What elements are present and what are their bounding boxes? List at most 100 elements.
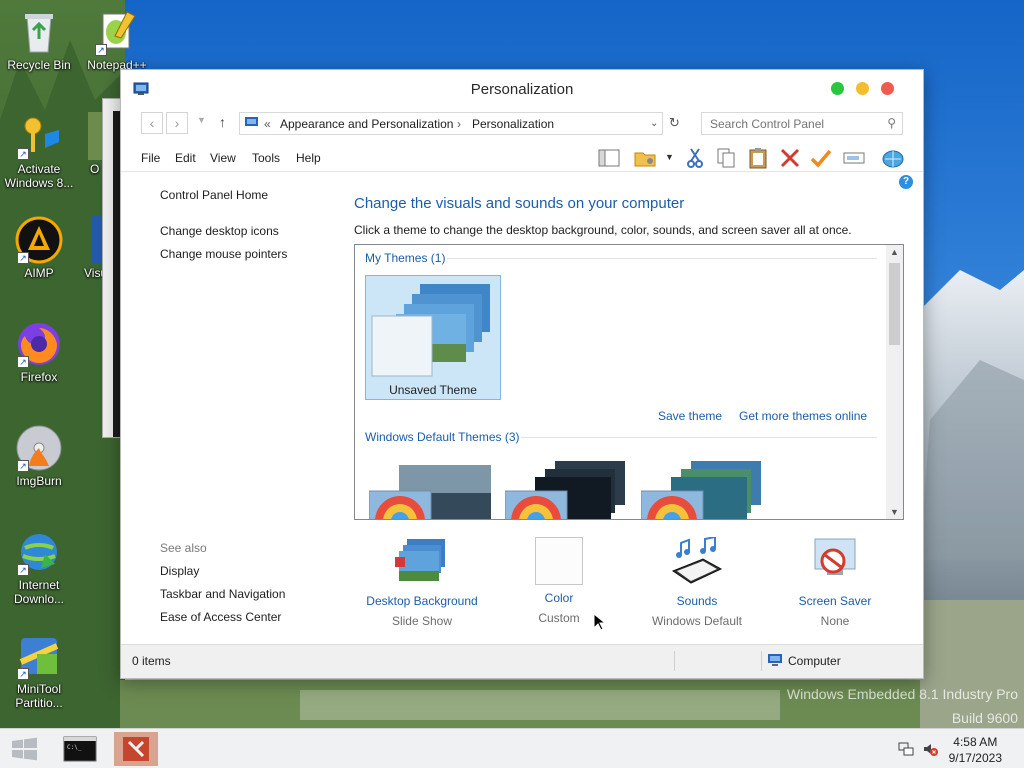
desktop-icon-minitool-partition[interactable]: ↗ MiniTool Partitio... (2, 632, 76, 710)
folder-options-icon[interactable] (633, 146, 657, 170)
properties-check-icon[interactable] (809, 146, 833, 170)
rename-icon[interactable] (842, 146, 866, 170)
display-link[interactable]: Display (160, 564, 199, 578)
search-input[interactable] (710, 117, 880, 131)
address-bar[interactable]: « Appearance and Personalization › Perso… (239, 112, 663, 135)
scroll-thumb[interactable] (889, 263, 900, 345)
aimp-icon: ↗ (15, 216, 63, 264)
unsaved-theme-tile[interactable]: Unsaved Theme (365, 275, 501, 400)
desktop-icon-firefox[interactable]: ↗ Firefox (2, 320, 76, 384)
clock-date: 9/17/2023 (948, 751, 1002, 765)
desktop-icon-label: Activate Windows 8... (4, 162, 74, 190)
watermark-build: Build 9600 (951, 710, 1018, 726)
color-value: Custom (538, 611, 580, 625)
back-button[interactable]: ‹ (141, 112, 163, 134)
themes-list[interactable]: My Themes (1) Unsaved Theme Save theme G… (354, 244, 904, 520)
color-swatch-icon (535, 537, 583, 585)
search-icon[interactable]: ⚲ (887, 116, 896, 130)
search-box[interactable]: ⚲ (701, 112, 903, 135)
globe-icon[interactable] (881, 146, 905, 170)
back-arrow-icon: ‹ (149, 115, 155, 131)
sounds-item[interactable]: Sounds Windows Default (627, 535, 767, 628)
clock-time: 4:58 AM (953, 735, 998, 749)
breadcrumb-appearance-and-personalization[interactable]: Appearance and Personalization (280, 117, 453, 131)
taskbar-and-navigation-link[interactable]: Taskbar and Navigation (160, 587, 285, 601)
my-themes-label: My Themes (1) (365, 251, 446, 265)
status-bar: 0 items Computer (121, 644, 923, 678)
address-overflow-chevrons[interactable]: « (264, 117, 271, 131)
taskbar-control-panel[interactable] (114, 732, 158, 766)
desktop-background-item[interactable]: Desktop Background Slide Show (352, 537, 492, 628)
maximize-button[interactable] (831, 82, 844, 95)
see-also-heading: See also (160, 541, 207, 555)
change-mouse-pointers-link[interactable]: Change mouse pointers (160, 247, 287, 261)
network-icon[interactable] (898, 741, 914, 760)
desktop-icon-aimp[interactable]: ↗ AIMP (2, 216, 76, 280)
refresh-button[interactable]: ↻ (669, 115, 680, 131)
scroll-down-icon[interactable]: ▼ (886, 507, 903, 517)
shortcut-arrow-icon: ↗ (17, 252, 29, 264)
start-button[interactable] (2, 732, 46, 766)
close-button[interactable] (881, 82, 894, 95)
control-panel-home-link[interactable]: Control Panel Home (160, 188, 268, 202)
firefox-icon: ↗ (15, 320, 63, 368)
volume-muted-icon[interactable] (922, 741, 938, 760)
shortcut-arrow-icon: ↗ (17, 356, 29, 368)
scroll-up-icon[interactable]: ▲ (886, 247, 903, 257)
theme-preview-image (371, 284, 490, 377)
screen-saver-item[interactable]: Screen Saver None (765, 537, 905, 628)
ease-of-access-center-link[interactable]: Ease of Access Center (160, 610, 281, 624)
address-dropdown-icon[interactable]: ⌄ (650, 118, 658, 129)
desktop-icon-notepad-plus-plus[interactable]: ↗ Notepad++ (80, 8, 154, 72)
personalization-window: Personalization ‹ › ▼ ↑ « Appearance and… (120, 69, 924, 679)
change-desktop-icons-link[interactable]: Change desktop icons (160, 224, 279, 238)
default-theme-nature[interactable] (640, 459, 767, 519)
breadcrumb-personalization[interactable]: Personalization (472, 117, 554, 131)
cut-icon[interactable] (683, 146, 707, 170)
themes-scrollbar[interactable]: ▲ ▼ (886, 245, 903, 519)
recent-locations-dropdown[interactable]: ▼ (197, 115, 206, 125)
default-theme-windows[interactable] (368, 463, 495, 519)
forward-button[interactable]: › (166, 112, 188, 134)
desktop-icon-label: Internet Downlo... (13, 578, 65, 606)
desktop-background-label: Desktop Background (366, 594, 478, 608)
desktop-icon-label: ImgBurn (16, 474, 62, 488)
desktop-icon-imgburn[interactable]: ↗ ImgBurn (2, 424, 76, 488)
menu-edit[interactable]: Edit (175, 151, 196, 165)
breadcrumb-separator[interactable]: › (457, 117, 461, 131)
default-theme-lines-and-colors[interactable] (504, 459, 631, 519)
paste-icon[interactable] (746, 146, 770, 170)
control-panel-tools-icon (123, 737, 149, 761)
command-prompt-icon: C:\_ (63, 736, 97, 762)
content-area: ? Control Panel Home Change desktop icon… (129, 173, 915, 641)
menu-bar: File Edit View Tools Help ▼ (121, 142, 923, 172)
taskbar-command-prompt[interactable]: C:\_ (58, 732, 102, 766)
minimize-button[interactable] (856, 82, 869, 95)
help-icon[interactable]: ? (899, 175, 913, 189)
save-theme-link[interactable]: Save theme (658, 409, 722, 423)
delete-icon[interactable] (778, 146, 802, 170)
menu-view[interactable]: View (210, 151, 236, 165)
watermark-edition: Windows Embedded 8.1 Industry Pro (786, 686, 1018, 702)
up-button[interactable]: ↑ (219, 114, 226, 130)
title-bar[interactable]: Personalization (121, 70, 923, 108)
system-clock[interactable]: 4:58 AM 9/17/2023 (949, 734, 1002, 766)
get-more-themes-online-link[interactable]: Get more themes online (739, 409, 867, 423)
shortcut-arrow-icon: ↗ (17, 460, 29, 472)
copy-icon[interactable] (714, 146, 738, 170)
unsaved-theme-label: Unsaved Theme (389, 383, 477, 397)
desktop-icon-recycle-bin[interactable]: Recycle Bin (2, 8, 76, 72)
desktop-icon-internet-download-manager[interactable]: ↗ Internet Downlo... (2, 528, 76, 606)
menu-help[interactable]: Help (296, 151, 321, 165)
status-divider (674, 651, 675, 671)
menu-tools[interactable]: Tools (252, 151, 280, 165)
shortcut-arrow-icon: ↗ (17, 564, 29, 576)
color-item[interactable]: Color Custom (489, 537, 629, 625)
layout-pane-icon[interactable] (597, 146, 621, 170)
desktop-icon-activate-windows[interactable]: ↗ Activate Windows 8... (2, 112, 76, 190)
desktop-icon-label: O (90, 162, 100, 176)
menu-file[interactable]: File (141, 151, 160, 165)
screen-saver-value: None (820, 614, 850, 628)
folder-options-dropdown-icon[interactable]: ▼ (665, 152, 674, 162)
screen-saver-icon (814, 538, 856, 575)
